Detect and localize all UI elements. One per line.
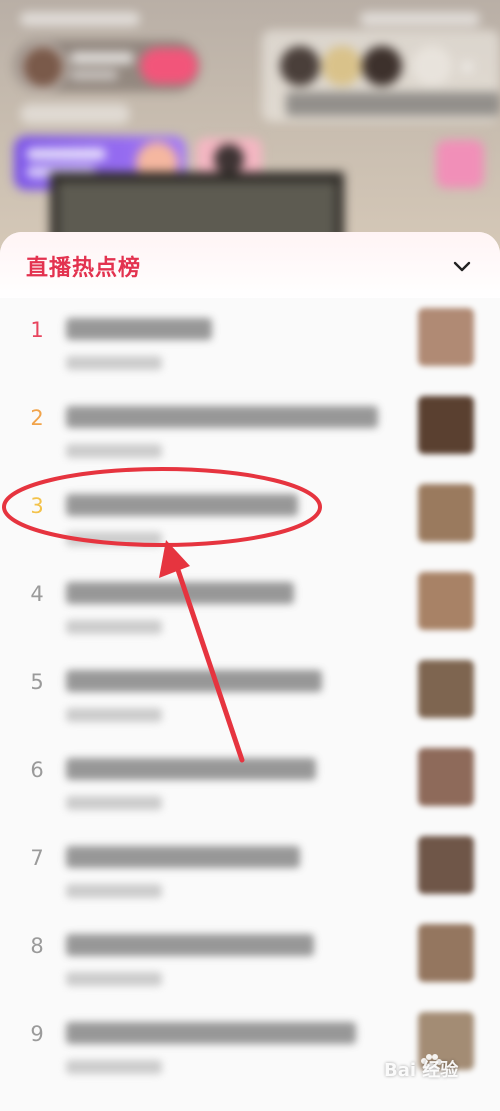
rank-number: 3 — [30, 494, 44, 518]
live-room-background: ✕ — [0, 0, 500, 260]
host-name — [70, 52, 134, 64]
list-item[interactable]: 7 — [0, 826, 500, 914]
item-title — [66, 582, 294, 604]
host-tag — [20, 104, 130, 124]
list-item[interactable]: 3 — [0, 474, 500, 562]
item-subtitle — [66, 708, 162, 722]
rank-number: 8 — [30, 934, 44, 958]
item-subtitle — [66, 444, 162, 458]
hot-list: 1 2 3 4 5 6 7 8 9 — [0, 298, 500, 1111]
item-thumbnail — [418, 836, 474, 894]
item-title — [66, 846, 300, 868]
viewer-avatar[interactable] — [412, 46, 452, 86]
list-item[interactable]: 2 — [0, 386, 500, 474]
viewer-avatar[interactable] — [362, 46, 402, 86]
item-thumbnail — [418, 484, 474, 542]
follow-button[interactable] — [140, 48, 198, 84]
rank-number: 1 — [30, 318, 44, 342]
list-item[interactable]: 8 — [0, 914, 500, 1002]
item-title — [66, 758, 316, 780]
item-subtitle — [66, 796, 162, 810]
list-item[interactable]: 4 — [0, 562, 500, 650]
item-title — [66, 1022, 356, 1044]
item-title — [66, 934, 314, 956]
item-title — [66, 494, 298, 516]
close-icon[interactable]: ✕ — [458, 56, 484, 81]
item-thumbnail — [418, 396, 474, 454]
gift-icon[interactable] — [436, 140, 484, 188]
list-item[interactable]: 5 — [0, 650, 500, 738]
rank-number: 6 — [30, 758, 44, 782]
sheet-title: 直播热点榜 — [26, 256, 142, 281]
item-subtitle — [66, 356, 162, 370]
rank-number: 2 — [30, 406, 44, 430]
host-subtitle — [70, 70, 118, 80]
item-thumbnail — [418, 748, 474, 806]
list-item[interactable]: 6 — [0, 738, 500, 826]
watermark-text: Bai 经验 — [384, 1060, 459, 1081]
hot-list-sheet: 直播热点榜 1 2 3 4 5 6 7 8 9 — [0, 232, 500, 1111]
host-avatar[interactable] — [20, 44, 66, 90]
chevron-down-icon[interactable] — [448, 252, 476, 280]
viewer-avatar[interactable] — [322, 46, 362, 86]
item-thumbnail — [418, 308, 474, 366]
item-thumbnail — [418, 660, 474, 718]
rank-number: 4 — [30, 582, 44, 606]
status-bar — [20, 8, 480, 30]
item-thumbnail — [418, 572, 474, 630]
item-title — [66, 318, 212, 340]
rank-number: 9 — [30, 1022, 44, 1046]
item-title — [66, 406, 378, 428]
item-title — [66, 670, 322, 692]
item-subtitle — [66, 1060, 162, 1074]
viewer-avatar[interactable] — [280, 46, 320, 86]
item-subtitle — [66, 620, 162, 634]
viewer-count-bar — [286, 92, 500, 116]
item-subtitle — [66, 884, 162, 898]
item-subtitle — [66, 972, 162, 986]
item-thumbnail — [418, 924, 474, 982]
list-item[interactable]: 1 — [0, 298, 500, 386]
rank-number: 7 — [30, 846, 44, 870]
item-subtitle — [66, 532, 162, 546]
rank-number: 5 — [30, 670, 44, 694]
sheet-header: 直播热点榜 — [0, 232, 500, 300]
